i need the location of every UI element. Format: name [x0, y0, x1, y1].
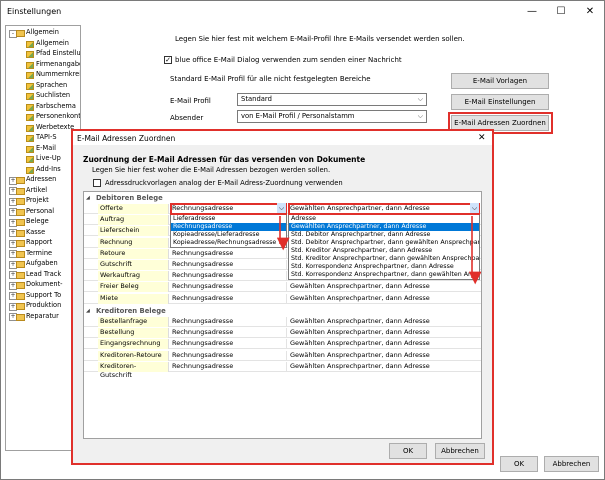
dialog-heading: Zuordnung der E-Mail Adressen für das ve…: [83, 155, 366, 164]
dialog-cancel-button[interactable]: Abbrechen: [435, 443, 485, 459]
dropdown-arrows: [276, 216, 481, 285]
address-template-checkbox[interactable]: [93, 179, 101, 187]
address-template-label: Adressdruckvorlagen analog der E-Mail Ad…: [105, 179, 343, 187]
dialog-close-button[interactable]: ✕: [478, 133, 486, 143]
address-grid[interactable]: ◢ Debitoren Belege Offerte Rechnungsadresse…: [83, 191, 482, 439]
dialog-subtext: Legen Sie hier fest woher die E-Mail Adr…: [92, 166, 331, 174]
dialog-title: E-Mail Adressen Zuordnen: [77, 134, 176, 143]
assign-dialog: E-Mail Adressen Zuordnen ✕ Zuordnung der…: [71, 129, 494, 465]
dialog-ok-button[interactable]: OK: [389, 443, 427, 459]
